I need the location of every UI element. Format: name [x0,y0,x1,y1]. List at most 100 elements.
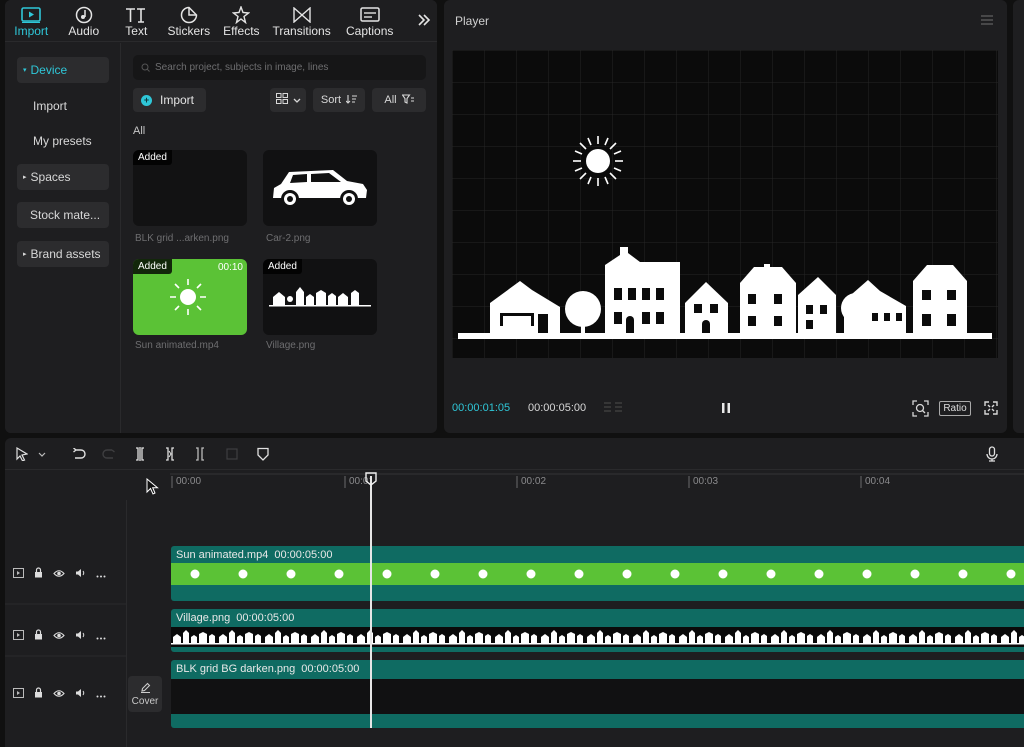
playhead[interactable] [370,476,372,728]
tab-text-label: Text [125,24,148,38]
ratio-label: Ratio [939,400,971,416]
player-title: Player [455,14,490,28]
pencil-icon [140,682,151,696]
undo-button[interactable] [71,446,87,462]
undo-icon [73,448,86,459]
media-search [133,55,426,80]
split-left-button[interactable] [163,446,177,462]
sidebar-item-label: Stock mate... [30,208,101,222]
caret-right-icon: ▸ [23,251,27,258]
sidebar-item-device[interactable]: ▾ Device [17,57,109,83]
media-item-sun[interactable]: Added 00:10 [133,259,247,335]
duration-label: 00:10 [217,262,243,273]
fullscreen-button[interactable] [982,398,1000,418]
added-badge: Added [263,259,302,274]
lock-icon[interactable] [34,629,43,643]
tab-audio-label: Audio [68,24,100,38]
split-button[interactable] [133,446,147,462]
sort-label: Sort [320,94,342,106]
more-tabs-button[interactable] [412,0,437,42]
video-track-icon [13,687,24,701]
volume-icon[interactable] [75,567,86,581]
tab-captions[interactable]: Captions [336,0,404,42]
record-audio-button[interactable] [985,446,999,462]
volume-icon[interactable] [75,687,86,701]
clip-blk-grid[interactable]: BLK grid BG darken.png 00:00:05:00 [171,660,1024,728]
clip-name: Village.png [176,612,231,624]
lock-icon[interactable] [34,567,43,581]
current-time: 00:00:01:05 [452,402,511,414]
sidebar-item-my-presets[interactable]: My presets [17,128,109,154]
delete-button[interactable] [225,446,239,462]
clip-duration: 00:00:05:00 [236,612,295,624]
tab-transitions-label: Transitions [272,24,331,38]
more-options-icon[interactable] [96,687,106,701]
filter-label: All [384,94,397,106]
timeline-view-icon[interactable] [602,398,624,418]
zoom-fit-button[interactable] [910,398,930,418]
ruler-tick-label: 00:00 [176,476,202,487]
tab-import[interactable]: Import [5,0,58,42]
clip-village-filmstrip [171,627,1024,647]
clip-label: Sun animated.mp4 00:00:05:00 [176,549,332,561]
chevron-down-icon[interactable] [37,446,47,462]
added-badge: Added [133,259,172,274]
zoom-fit-icon [911,399,929,417]
right-panel-edge [1013,0,1024,433]
split-right-button[interactable] [193,446,207,462]
eye-icon[interactable] [53,629,65,643]
marker-button[interactable] [256,446,270,462]
track-controls-sun [13,567,123,581]
redo-button[interactable] [101,446,117,462]
tab-stickers[interactable]: Stickers [163,0,216,42]
sidebar-item-brand-assets[interactable]: ▸ Brand assets [17,241,109,267]
eye-icon[interactable] [53,567,65,581]
tab-text[interactable]: Text [110,0,163,42]
media-item-car[interactable] [263,150,377,226]
select-tool-button[interactable] [15,446,29,462]
timeline-ruler[interactable]: 00:00 00:01 00:02 00:03 00:04 [170,470,1024,500]
sidebar-item-label: Device [30,63,68,77]
shield-icon [257,447,269,461]
clip-sun-animated[interactable]: Sun animated.mp4 00:00:05:00 [171,546,1024,601]
tab-audio[interactable]: Audio [58,0,111,42]
pause-button[interactable] [716,398,736,418]
media-panel: Import Audio Text Stickers Effects Trans… [5,0,437,433]
eye-icon[interactable] [53,687,65,701]
playhead-handle[interactable] [365,472,377,486]
menu-icon[interactable] [981,14,993,28]
media-sidebar: ▾ Device Import My presets ▸ Spaces Stoc… [5,43,121,433]
sort-button[interactable]: Sort [313,88,365,112]
clip-duration: 00:00:05:00 [301,663,360,675]
tab-effects[interactable]: Effects [215,0,268,42]
tab-captions-label: Captions [346,24,394,38]
lock-icon[interactable] [34,687,43,701]
filter-button[interactable]: All [372,88,426,112]
redo-icon [102,449,115,459]
search-input[interactable] [155,62,415,73]
more-options-icon[interactable] [96,629,106,643]
tab-transitions[interactable]: Transitions [268,0,336,42]
clip-label: Village.png 00:00:05:00 [176,612,294,624]
preview-canvas[interactable] [452,50,998,358]
more-options-icon[interactable] [96,567,106,581]
media-item-blk-grid[interactable]: Added [133,150,247,226]
cover-button[interactable]: Cover [128,676,162,712]
sidebar-item-label: Spaces [30,170,71,184]
ratio-button[interactable]: Ratio [939,398,971,418]
clip-blk-grid-filmstrip [171,679,1024,714]
import-button[interactable]: + Import [133,88,206,112]
clip-village[interactable]: Village.png 00:00:05:00 [171,609,1024,652]
media-item-name: BLK grid ...arken.png [135,233,229,244]
media-item-village[interactable]: Added [263,259,377,335]
volume-icon[interactable] [75,629,86,643]
caret-right-icon: ▸ [23,174,27,181]
delete-icon [226,448,238,460]
sidebar-item-stock-materials[interactable]: Stock mate... [17,202,109,228]
sidebar-item-spaces[interactable]: ▸ Spaces [17,164,109,190]
view-mode-button[interactable] [270,88,306,112]
timeline-toolbar [5,438,1024,470]
sidebar-item-import[interactable]: Import [17,93,109,119]
media-item-name: Village.png [266,340,316,351]
total-time: 00:00:05:00 [528,402,587,414]
